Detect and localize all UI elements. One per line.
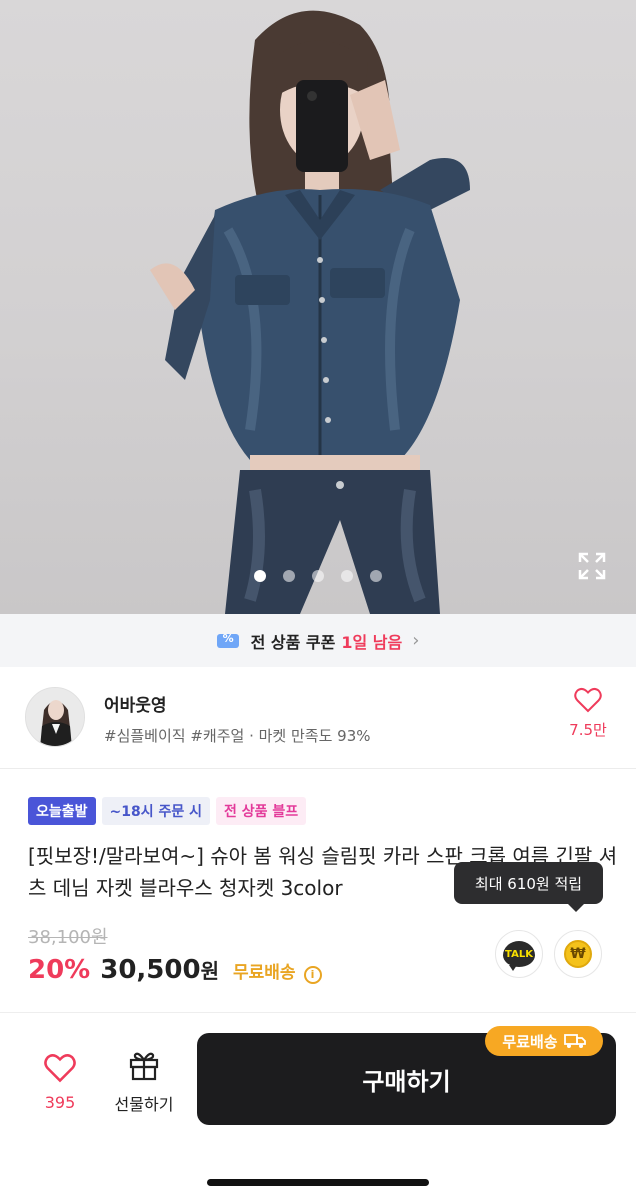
seller-like-button[interactable]: 7.5만	[566, 687, 610, 740]
seller-name[interactable]: 어바웃영	[104, 691, 167, 716]
gallery-dot[interactable]	[283, 570, 295, 582]
expand-icon[interactable]	[578, 552, 606, 580]
talk-icon: TALK	[503, 941, 535, 971]
coupon-remaining: 1일 남음	[341, 632, 403, 652]
points-button[interactable]: ₩	[554, 930, 602, 978]
like-button[interactable]: 395	[34, 1053, 86, 1112]
gallery-pagination	[0, 570, 636, 582]
product-photo	[150, 10, 470, 614]
talk-button[interactable]: TALK	[495, 930, 543, 978]
seller-like-count: 7.5만	[569, 721, 607, 739]
gallery-dot[interactable]	[370, 570, 382, 582]
gallery-dot[interactable]	[341, 570, 353, 582]
gallery-dot[interactable]	[312, 570, 324, 582]
price-row: 20% 30,500 원 무료배송 i	[28, 955, 322, 985]
points-tooltip: 최대 610원 적립	[454, 862, 603, 912]
seller-row[interactable]: 어바웃영 #심플베이직 #캐주얼 · 마켓 만족도 93% 7.5만	[0, 667, 636, 769]
sale-price: 30,500	[100, 955, 201, 985]
currency-label: 원	[200, 959, 219, 983]
ship-tag-label: 무료배송	[502, 1032, 558, 1051]
truck-icon	[563, 1034, 586, 1048]
heart-icon	[44, 1054, 76, 1083]
home-indicator	[207, 1179, 429, 1186]
gift-button[interactable]: 선물하기	[104, 1049, 184, 1115]
like-count: 395	[44, 1093, 76, 1112]
chevron-right-icon: ›	[412, 630, 420, 651]
free-shipping-label: 무료배송	[232, 963, 296, 983]
gallery-dot[interactable]	[254, 570, 266, 582]
gift-label: 선물하기	[114, 1095, 174, 1114]
badge-sale: 전 상품 블프	[216, 797, 307, 825]
coin-icon: ₩	[564, 940, 592, 968]
coupon-banner[interactable]: 전 상품 쿠폰 1일 남음 ›	[0, 614, 636, 667]
discount-rate: 20%	[28, 955, 91, 985]
seller-tags: #심플베이직 #캐주얼 · 마켓 만족도 93%	[104, 727, 371, 745]
free-shipping-tag: 무료배송	[485, 1026, 603, 1056]
seller-avatar[interactable]	[25, 687, 85, 747]
coupon-text: 전 상품 쿠폰	[250, 632, 336, 652]
badge-order-time: ~18시 주문 시	[101, 797, 211, 825]
coupon-icon	[216, 632, 239, 648]
badge-today-ship: 오늘출발	[28, 797, 96, 825]
gift-icon	[129, 1052, 159, 1081]
product-badges: 오늘출발 ~18시 주문 시 전 상품 블프	[28, 797, 307, 825]
product-image-gallery[interactable]	[0, 0, 636, 614]
heart-icon	[574, 687, 602, 713]
original-price: 38,100원	[28, 927, 108, 948]
info-icon[interactable]: i	[303, 966, 322, 984]
bottom-action-bar: 395 선물하기 구매하기 무료배송	[0, 1013, 636, 1200]
